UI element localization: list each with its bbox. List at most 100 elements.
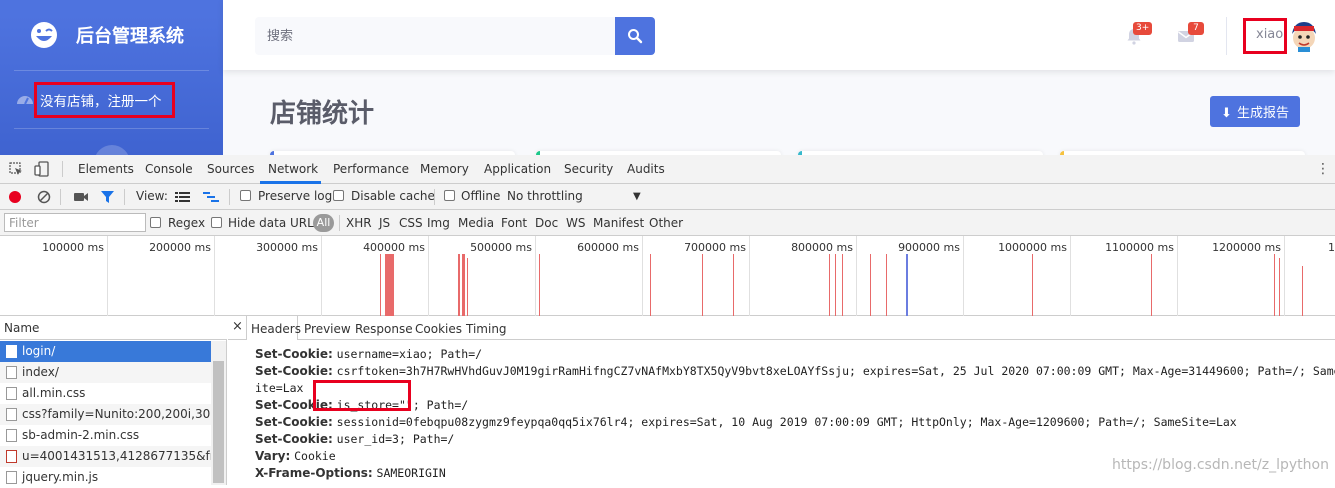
timeline-tick-label: 600000 ms — [577, 241, 639, 254]
request-name: sb-admin-2.min.css — [22, 428, 140, 442]
tab-elements[interactable]: Elements — [78, 162, 134, 176]
filter-type-media[interactable]: Media — [458, 216, 494, 230]
request-row[interactable]: sb-admin-2.min.css — [0, 425, 211, 446]
tab-console[interactable]: Console — [145, 162, 193, 176]
filter-type-manifest[interactable]: Manifest — [593, 216, 644, 230]
devtools-panel: Elements Console Sources Network Perform… — [0, 155, 1335, 485]
timeline-request-bar — [870, 254, 871, 316]
record-icon[interactable] — [8, 190, 22, 204]
filter-type-font[interactable]: Font — [501, 216, 527, 230]
search-icon — [628, 29, 643, 44]
network-overview-timeline[interactable]: 100000 ms 200000 ms 300000 ms 400000 ms … — [0, 236, 1335, 316]
filter-type-img[interactable]: Img — [427, 216, 450, 230]
timeline-request-bar — [462, 254, 465, 316]
messages-count-badge: 7 — [1188, 22, 1204, 35]
tab-headers[interactable]: Headers — [251, 322, 301, 336]
chevron-down-icon[interactable]: ▼ — [633, 191, 641, 202]
request-row[interactable]: css?family=Nunito:200,200i,300,300i — [0, 404, 211, 425]
large-rows-icon[interactable] — [175, 191, 190, 203]
tab-security[interactable]: Security — [564, 162, 613, 176]
web-app: 后台管理系统 没有店铺，注册一个 3+ — [0, 0, 1335, 155]
waterfall-icon[interactable] — [203, 191, 219, 203]
generate-report-button[interactable]: ⬇ 生成报告 — [1210, 96, 1300, 127]
toolbar-divider — [62, 161, 63, 177]
tab-performance[interactable]: Performance — [333, 162, 409, 176]
inspect-element-icon[interactable] — [9, 162, 23, 176]
request-list-scrollbar[interactable] — [211, 341, 226, 485]
filter-type-doc[interactable]: Doc — [535, 216, 558, 230]
filter-type-xhr[interactable]: XHR — [346, 216, 372, 230]
timeline-gridline — [214, 236, 215, 316]
tab-memory[interactable]: Memory — [420, 162, 469, 176]
timeline-gridline — [642, 236, 643, 316]
tab-application[interactable]: Application — [484, 162, 551, 176]
request-name: all.min.css — [22, 386, 86, 400]
header-value: csrftoken=3h7H7RwHVhdGuvJ0M19girRamHifng… — [336, 364, 1335, 378]
alerts-count-badge: 3+ — [1133, 22, 1153, 35]
stylesheet-icon — [6, 429, 17, 442]
header-name: X-Frame-Options: — [255, 466, 373, 480]
details-tabbar: × Headers Preview Response Cookies Timin… — [228, 316, 1335, 340]
request-row-login[interactable]: login/ — [0, 341, 211, 362]
timeline-tick-label: 1100000 ms — [1105, 241, 1174, 254]
request-list-header[interactable]: Name — [0, 316, 227, 340]
timeline-request-bar — [467, 258, 468, 316]
filter-type-all[interactable]: All — [313, 214, 334, 232]
sidebar-toggle-button[interactable] — [94, 145, 130, 155]
filter-input[interactable] — [4, 213, 146, 232]
more-options-icon[interactable]: ⋮ — [1316, 161, 1330, 177]
timeline-gridline — [963, 236, 964, 316]
filter-type-other[interactable]: Other — [649, 216, 683, 230]
filter-type-ws[interactable]: WS — [566, 216, 585, 230]
disable-cache-checkbox[interactable] — [333, 190, 344, 201]
response-header-line: Set-Cookie: username=xiao; Path=/ — [255, 347, 482, 361]
scrollbar-thumb[interactable] — [213, 361, 224, 483]
device-toolbar-icon[interactable] — [34, 161, 50, 177]
request-row[interactable]: all.min.css — [0, 383, 211, 404]
throttling-select[interactable]: No throttling — [507, 189, 583, 203]
tab-response[interactable]: Response — [355, 322, 413, 336]
response-header-line: Vary: Cookie — [255, 449, 336, 463]
timeline-gridline — [428, 236, 429, 316]
devtools-tabbar: Elements Console Sources Network Perform… — [0, 155, 1335, 184]
preserve-log-checkbox[interactable] — [240, 190, 251, 201]
filter-type-css[interactable]: CSS — [399, 216, 423, 230]
tab-timing[interactable]: Timing — [466, 322, 507, 336]
request-row[interactable]: u=4001431513,4128677135&fm=268 — [0, 446, 211, 467]
offline-checkbox[interactable] — [444, 190, 455, 201]
tab-cookies[interactable]: Cookies — [415, 322, 462, 336]
clear-icon[interactable] — [37, 190, 51, 204]
timeline-request-bar — [1302, 266, 1303, 316]
request-name: jquery.min.js — [22, 470, 99, 484]
video-camera-icon[interactable] — [73, 191, 89, 203]
header-value: Cookie — [294, 449, 336, 463]
hide-data-urls-checkbox[interactable] — [211, 217, 222, 228]
sidebar-brand[interactable]: 后台管理系统 — [0, 0, 223, 70]
tab-sources[interactable]: Sources — [207, 162, 254, 176]
filter-icon[interactable] — [100, 190, 115, 204]
tab-network[interactable]: Network — [268, 162, 318, 176]
tab-audits[interactable]: Audits — [627, 162, 665, 176]
highlight-box — [1243, 18, 1287, 54]
regex-checkbox[interactable] — [150, 217, 161, 228]
search-input[interactable] — [255, 17, 615, 55]
search-button[interactable] — [615, 17, 655, 55]
timeline-request-bar — [886, 254, 887, 316]
tachometer-icon — [17, 96, 33, 105]
timeline-request-bar — [1274, 254, 1275, 316]
stylesheet-icon — [6, 408, 17, 421]
stylesheet-icon — [6, 387, 17, 400]
toolbar-divider — [60, 189, 61, 205]
timeline-request-bar — [650, 254, 651, 316]
request-name: u=4001431513,4128677135&fm=268 — [22, 449, 211, 463]
avatar[interactable] — [1289, 20, 1319, 52]
tab-preview[interactable]: Preview — [304, 322, 351, 336]
request-row[interactable]: index/ — [0, 362, 211, 383]
filter-type-js[interactable]: JS — [379, 216, 390, 230]
timeline-request-bar — [906, 254, 908, 316]
network-toolbar: View: Preserve log Disable cache Offline… — [0, 184, 1335, 210]
close-icon[interactable]: × — [232, 319, 243, 334]
header-value: username=xiao; Path=/ — [336, 347, 483, 361]
laugh-wink-icon — [31, 22, 57, 48]
toolbar-divider — [124, 189, 125, 205]
